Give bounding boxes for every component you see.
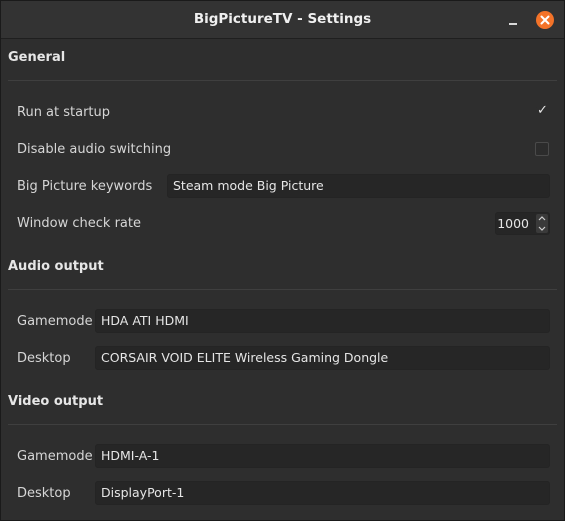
section-audio-output-divider [8, 289, 557, 290]
minimize-button[interactable] [504, 11, 522, 29]
spin-buttons [536, 214, 548, 233]
window-check-rate-label: Window check rate [17, 216, 141, 231]
video-gamemode-input[interactable]: HDMI-A-1 [95, 444, 550, 468]
section-general-divider [8, 80, 557, 81]
section-audio-output-title: Audio output [8, 259, 104, 274]
big-picture-keywords-input[interactable]: Steam mode Big Picture [167, 174, 550, 198]
chevron-down-icon [538, 226, 546, 231]
big-picture-keywords-label: Big Picture keywords [17, 179, 153, 194]
title-bar[interactable]: BigPictureTV - Settings [1, 1, 564, 39]
checkmark-icon: ✓ [537, 103, 548, 118]
audio-gamemode-label: Gamemode [17, 314, 93, 329]
audio-desktop-input[interactable]: CORSAIR VOID ELITE Wireless Gaming Dongl… [95, 346, 550, 370]
audio-gamemode-input[interactable]: HDA ATI HDMI [95, 309, 550, 333]
settings-window: BigPictureTV - Settings General Run at s… [0, 0, 565, 521]
window-check-rate-value[interactable]: 1000 [497, 216, 529, 231]
chevron-up-icon [538, 216, 546, 221]
section-video-output-divider [8, 424, 557, 425]
spin-up-button[interactable] [536, 214, 548, 223]
window-title: BigPictureTV - Settings [193, 11, 372, 27]
section-general-title: General [8, 50, 66, 65]
video-gamemode-label: Gamemode [17, 449, 93, 464]
close-icon [540, 15, 550, 25]
section-video-output-title: Video output [8, 394, 104, 409]
run-at-startup-checkbox[interactable]: ✓ [535, 103, 549, 120]
audio-desktop-label: Desktop [17, 351, 71, 366]
video-desktop-label: Desktop [17, 486, 71, 501]
video-desktop-input[interactable]: DisplayPort-1 [95, 481, 550, 505]
run-at-startup-label: Run at startup [17, 105, 111, 120]
disable-audio-switching-label: Disable audio switching [17, 142, 172, 157]
close-button[interactable] [536, 11, 554, 29]
spin-down-button[interactable] [536, 224, 548, 233]
disable-audio-switching-checkbox[interactable] [535, 142, 549, 156]
window-check-rate-spinbox[interactable]: 1000 [495, 212, 550, 235]
